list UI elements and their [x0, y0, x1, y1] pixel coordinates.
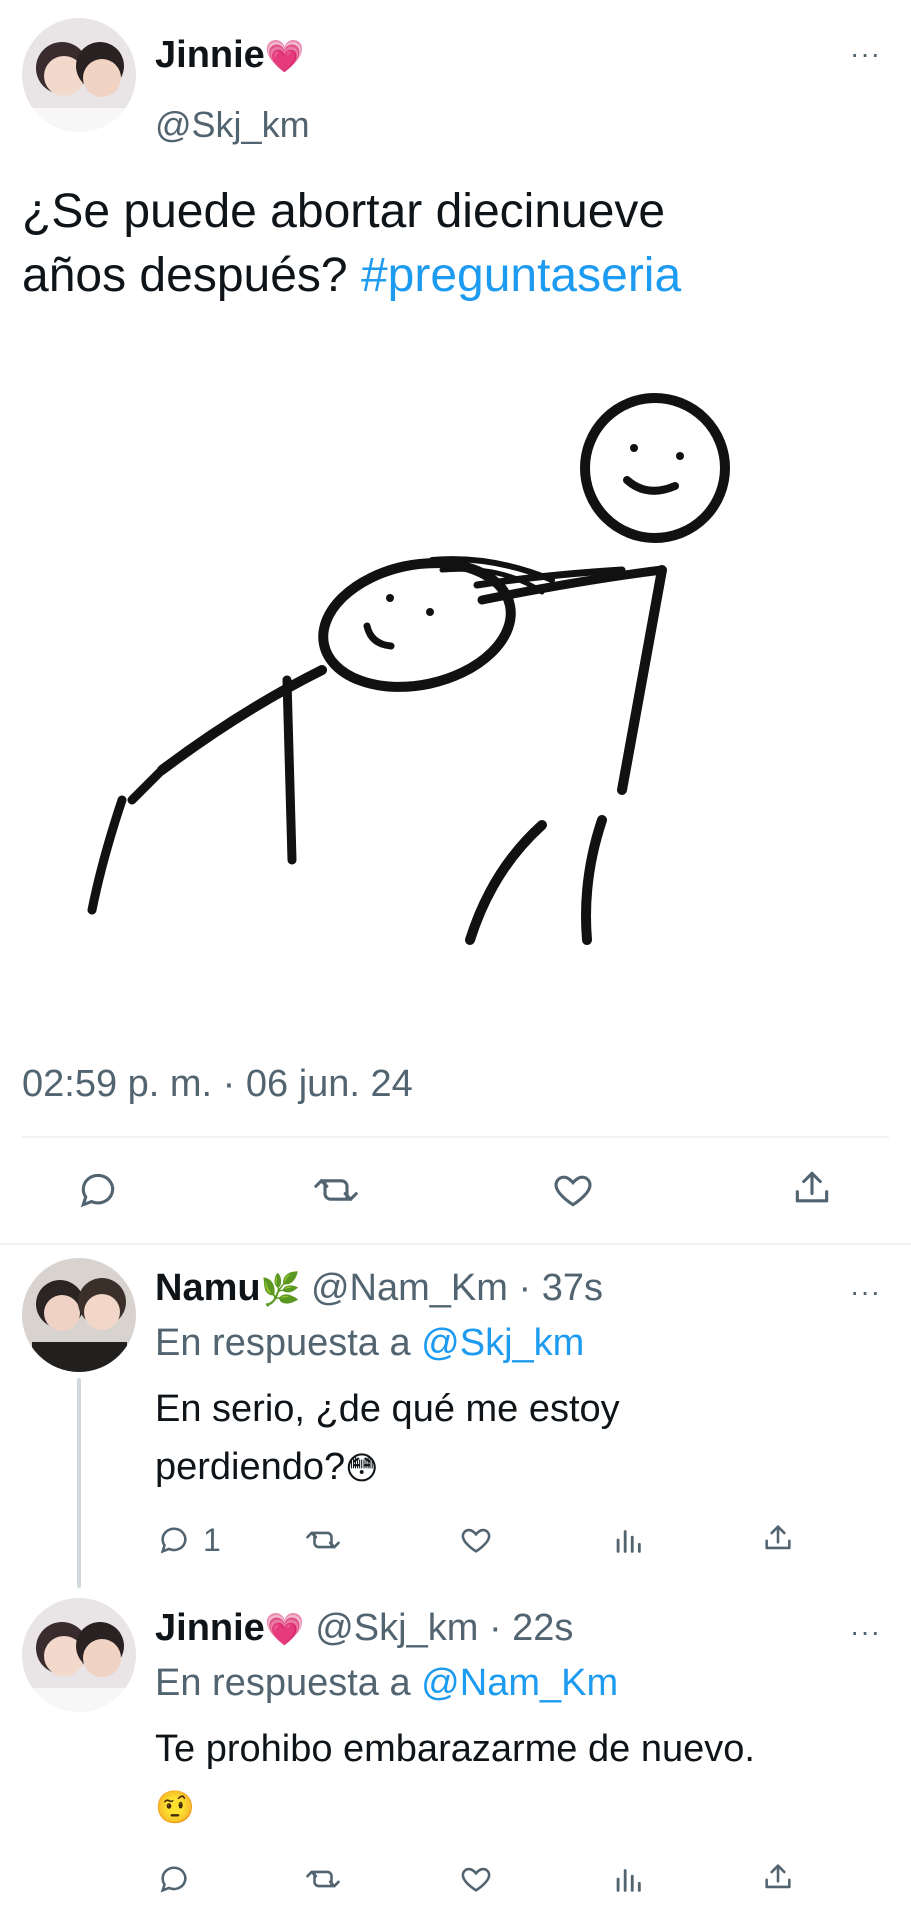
author-handle[interactable]: @Skj_km	[155, 104, 310, 146]
more-options-icon[interactable]: ···	[850, 40, 881, 68]
reply-icon[interactable]	[157, 1523, 191, 1557]
share-icon[interactable]	[761, 1521, 795, 1555]
author-name[interactable]: Jinnie💗	[155, 34, 305, 77]
raised-eyebrow-emoji: 🤨	[155, 1788, 195, 1826]
reply-time: · 22s	[488, 1607, 574, 1649]
reply-count: 1	[203, 1522, 221, 1558]
mention-link[interactable]: @Nam_Km	[421, 1662, 618, 1704]
author-avatar[interactable]	[22, 18, 136, 132]
leaf-emoji: 🌿	[260, 1270, 301, 1308]
divider	[0, 1243, 911, 1245]
reply-author-name[interactable]: Jinnie	[155, 1607, 265, 1649]
divider	[22, 1136, 889, 1138]
like-icon[interactable]	[459, 1523, 493, 1557]
retweet-icon[interactable]	[304, 1862, 342, 1896]
reply-avatar[interactable]	[22, 1598, 136, 1712]
stick-figure-head	[580, 393, 730, 543]
tweet-timestamp: 02:59 p. m. · 06 jun. 24	[22, 1063, 413, 1105]
reply-author-handle[interactable]: @Skj_km	[315, 1607, 478, 1649]
heart-emoji: 💗	[264, 1610, 305, 1648]
more-options-icon[interactable]: ···	[850, 1618, 881, 1646]
more-options-icon[interactable]: ···	[850, 1278, 881, 1306]
heart-emoji: 💗	[264, 37, 305, 75]
like-icon[interactable]	[459, 1862, 493, 1896]
reply-author-handle[interactable]: @Nam_Km	[311, 1267, 508, 1309]
flushed-emoji: 😳	[345, 1449, 379, 1487]
thread-line	[77, 1378, 81, 1588]
reply-icon[interactable]	[157, 1862, 191, 1896]
tweet-image[interactable]	[22, 330, 892, 1030]
reply-text: En serio, ¿de qué me estoy perdiendo?😳	[155, 1388, 620, 1488]
views-icon[interactable]	[611, 1862, 645, 1896]
like-icon[interactable]	[551, 1168, 595, 1212]
retweet-icon[interactable]	[312, 1168, 360, 1212]
retweet-icon[interactable]	[304, 1523, 342, 1557]
reply-text: Te prohibo embarazarme de nuevo. 🤨	[155, 1720, 755, 1836]
reply-icon[interactable]	[76, 1168, 120, 1212]
reply-header: Jinnie💗 @Skj_km · 22s	[155, 1607, 573, 1650]
share-icon[interactable]	[790, 1166, 834, 1210]
reply-context: En respuesta a @Skj_km	[155, 1322, 585, 1364]
reply-header: Namu🌿 @Nam_Km · 37s	[155, 1267, 603, 1310]
mention-link[interactable]: @Skj_km	[421, 1322, 584, 1364]
reply-context: En respuesta a @Nam_Km	[155, 1662, 619, 1704]
share-icon[interactable]	[761, 1860, 795, 1894]
reply-avatar[interactable]	[22, 1258, 136, 1372]
tweet-text: ¿Se puede abortar diecinueve años despué…	[22, 185, 682, 302]
reply-time: · 37s	[518, 1267, 603, 1309]
reply-author-name[interactable]: Namu	[155, 1267, 261, 1309]
hashtag-link[interactable]: #preguntaseria	[361, 249, 681, 302]
views-icon[interactable]	[611, 1523, 645, 1557]
